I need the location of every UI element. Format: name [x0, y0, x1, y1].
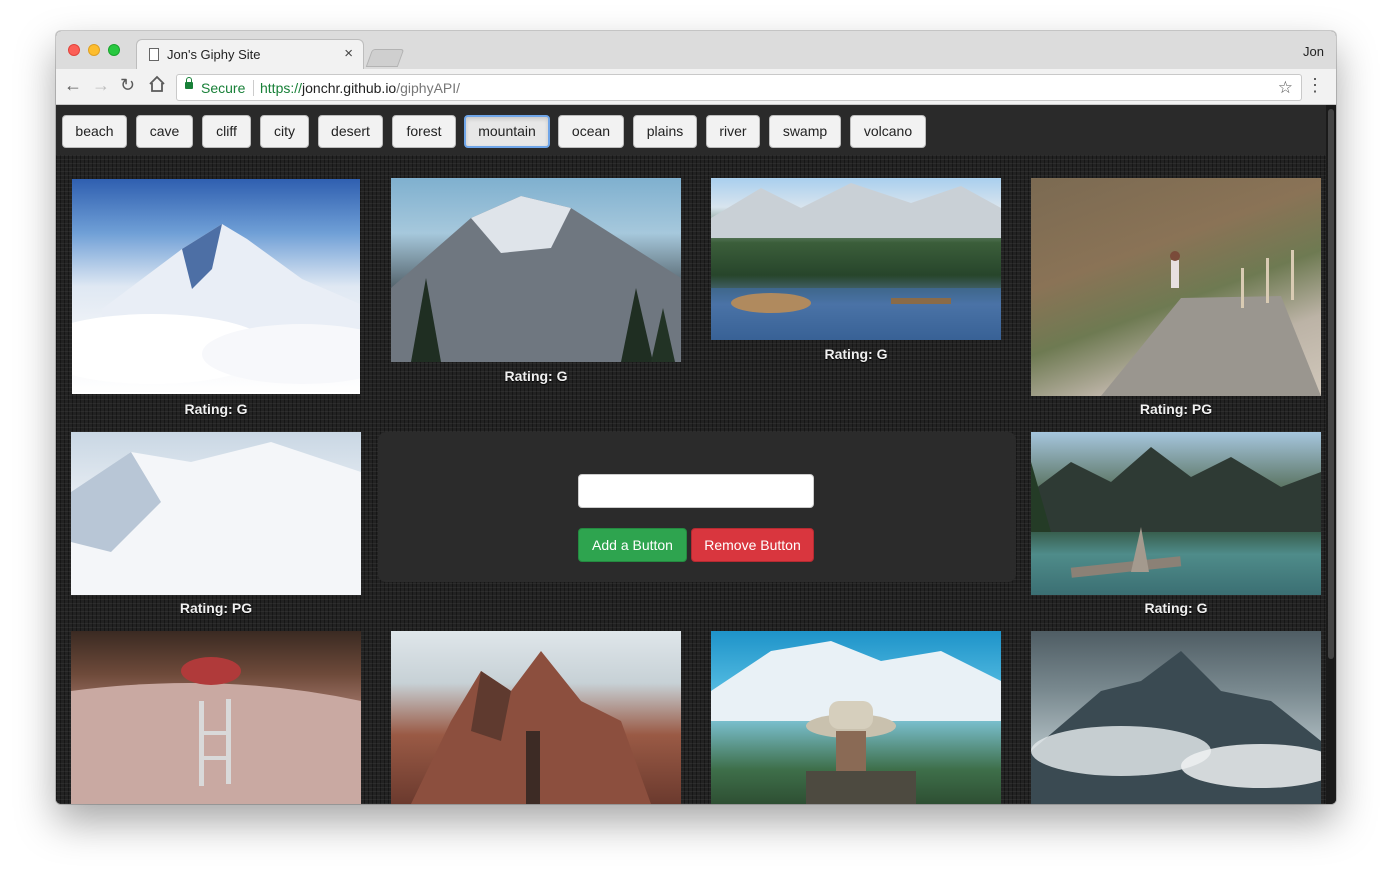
man-hat-image [711, 641, 1001, 804]
home-icon-svg [149, 75, 165, 92]
url-scheme: https:// [260, 80, 303, 96]
topic-button-mountain[interactable]: mountain [464, 115, 550, 148]
misty-mountain-image [1031, 651, 1321, 804]
topic-button-cave[interactable]: cave [136, 115, 193, 148]
add-button[interactable]: Add a Button [578, 528, 687, 562]
alpine-lake-image [711, 183, 1001, 340]
browser-toolbar: ← → ↻ Secure https://jonchr.github.io/gi… [56, 69, 1336, 105]
reload-icon[interactable]: ↻ [120, 75, 135, 95]
mountain-lake-image [1031, 447, 1321, 578]
minimize-window-button[interactable] [88, 44, 100, 56]
address-bar[interactable]: Secure https://jonchr.github.io/giphyAPI… [176, 74, 1302, 101]
gif-rating-caption: Rating: PG [179, 600, 253, 616]
skate-pool-image [71, 657, 361, 804]
gif-rating-caption: Rating: G [184, 401, 248, 417]
url-text[interactable]: https://jonchr.github.io/giphyAPI/ [260, 80, 460, 96]
add-topic-form: Add a Button Remove Button [378, 432, 1016, 582]
gif-mountain-lake[interactable] [1031, 432, 1321, 595]
topic-button-bar: beach cave cliff city desert forest moun… [56, 105, 1326, 155]
gif-hillside-path[interactable] [1031, 178, 1321, 396]
topic-button-plains[interactable]: plains [633, 115, 697, 148]
topic-button-forest[interactable]: forest [392, 115, 456, 148]
gif-snowy-peak[interactable] [72, 179, 360, 394]
url-path: /giphyAPI/ [396, 80, 461, 96]
topic-input[interactable] [578, 474, 814, 508]
address-separator [253, 80, 254, 96]
page-content: beach cave cliff city desert forest moun… [56, 105, 1336, 804]
new-tab-button[interactable] [365, 49, 405, 67]
browser-tab[interactable]: Jon's Giphy Site × [136, 39, 364, 70]
home-icon[interactable] [148, 75, 166, 97]
topic-button-swamp[interactable]: swamp [769, 115, 841, 148]
profile-name[interactable]: Jon [1303, 44, 1324, 59]
gif-man-hat[interactable] [711, 631, 1001, 804]
scroll-thumb[interactable] [1328, 109, 1334, 659]
snowy-peak-image [72, 224, 360, 384]
maximize-window-button[interactable] [108, 44, 120, 56]
topic-button-desert[interactable]: desert [318, 115, 383, 148]
gif-rock-mountain[interactable] [391, 631, 681, 804]
gif-skate-pool[interactable] [71, 631, 361, 804]
secure-label: Secure [201, 80, 246, 96]
topic-button-river[interactable]: river [706, 115, 760, 148]
url-host: jonchr.github.io [302, 80, 397, 96]
remove-button[interactable]: Remove Button [691, 528, 814, 562]
snowy-slope-image [71, 442, 361, 595]
gif-rating-caption: Rating: PG [1139, 401, 1213, 417]
tab-title: Jon's Giphy Site [167, 47, 261, 62]
gif-rating-caption: Rating: G [824, 346, 888, 362]
title-bar: Jon's Giphy Site × Jon [56, 31, 1336, 70]
gif-snowy-slope[interactable] [71, 432, 361, 595]
browser-window: Jon's Giphy Site × Jon ← → ↻ Secure http… [56, 31, 1336, 804]
page-scrollbar[interactable] [1326, 105, 1336, 804]
gif-misty-mountain[interactable] [1031, 631, 1321, 804]
bookmark-star-icon[interactable]: ☆ [1278, 78, 1293, 98]
topic-button-volcano[interactable]: volcano [850, 115, 926, 148]
topic-button-city[interactable]: city [260, 115, 309, 148]
hillside-path-image [1101, 250, 1321, 396]
rock-mountain-image [411, 651, 651, 804]
page-icon [149, 48, 159, 61]
back-arrow-icon[interactable]: ← [64, 75, 82, 95]
gif-rating-caption: Rating: G [1144, 600, 1208, 616]
tab-close-icon[interactable]: × [344, 45, 353, 62]
close-window-button[interactable] [68, 44, 80, 56]
lock-icon [185, 77, 193, 89]
gif-volcano-mountain[interactable] [391, 178, 681, 362]
gif-rating-caption: Rating: G [504, 368, 568, 384]
browser-menu-icon[interactable]: ⋮ [1306, 75, 1324, 95]
topic-button-cliff[interactable]: cliff [202, 115, 251, 148]
gif-alpine-lake[interactable] [711, 178, 1001, 340]
topic-button-beach[interactable]: beach [62, 115, 127, 148]
forward-arrow-icon[interactable]: → [92, 75, 110, 95]
topic-button-ocean[interactable]: ocean [558, 115, 624, 148]
volcano-mountain-image [391, 196, 681, 362]
